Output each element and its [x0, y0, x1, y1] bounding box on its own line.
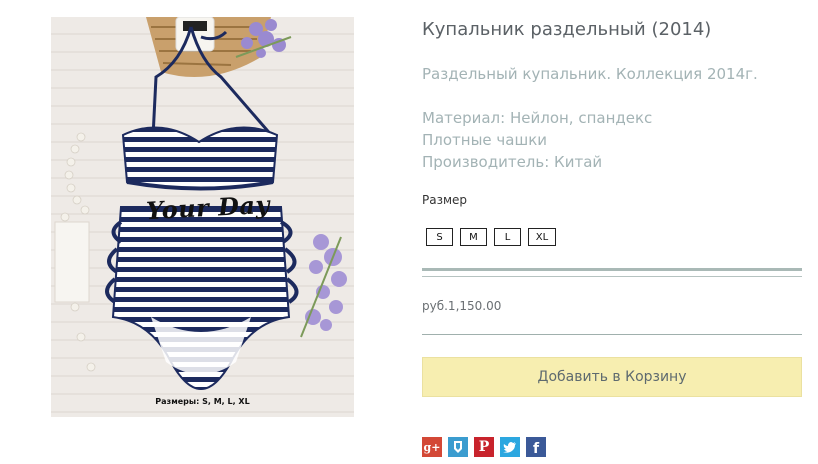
- divider: [422, 276, 802, 277]
- sizes-caption: Размеры: S, M, L, XL: [155, 397, 250, 406]
- add-to-cart-button[interactable]: Добавить в Корзину: [422, 357, 802, 397]
- divider: [422, 334, 802, 335]
- pinterest-icon[interactable]: P: [474, 437, 494, 457]
- description-text: Раздельный купальник. Коллекция 2014г.: [422, 65, 758, 83]
- size-option-s[interactable]: S: [426, 228, 453, 246]
- size-label: Размер: [422, 193, 468, 207]
- size-option-m[interactable]: M: [460, 228, 487, 246]
- manufacturer-text: Производитель: Китай: [422, 153, 603, 171]
- size-option-l[interactable]: L: [494, 228, 521, 246]
- divider: [422, 268, 802, 271]
- size-options: S M L XL: [426, 228, 563, 246]
- product-description: Раздельный купальник. Коллекция 2014г. М…: [422, 63, 758, 173]
- google-plus-icon[interactable]: g+: [422, 437, 442, 457]
- livejournal-icon[interactable]: [448, 437, 468, 457]
- share-buttons: g+ P f: [422, 437, 552, 457]
- twitter-icon[interactable]: [500, 437, 520, 457]
- cups-text: Плотные чашки: [422, 131, 548, 149]
- material-text: Материал: Нейлон, спандекс: [422, 109, 653, 127]
- product-image[interactable]: Your Day Размеры: S, M, L, XL: [51, 17, 354, 417]
- product-title: Купальник раздельный (2014): [422, 19, 712, 40]
- size-option-xl[interactable]: XL: [528, 228, 556, 246]
- facebook-icon[interactable]: f: [526, 437, 546, 457]
- product-price: руб.1,150.00: [422, 299, 502, 313]
